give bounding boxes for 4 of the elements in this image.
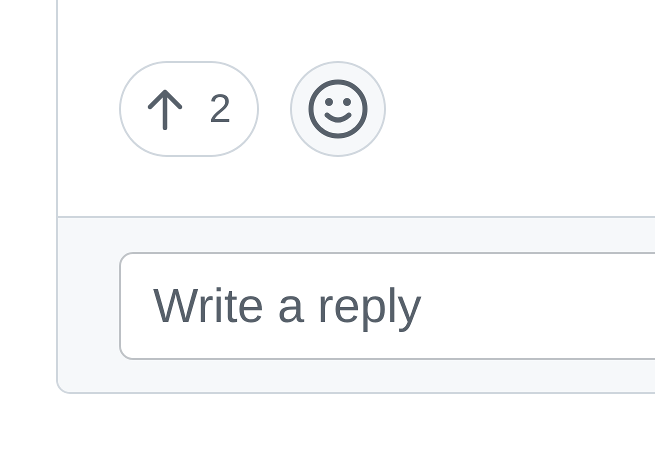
smiley-icon	[307, 78, 370, 140]
upvote-button[interactable]: 2	[119, 61, 260, 157]
up-arrow-icon	[147, 88, 183, 130]
reply-field[interactable]: Write a reply	[119, 252, 655, 360]
